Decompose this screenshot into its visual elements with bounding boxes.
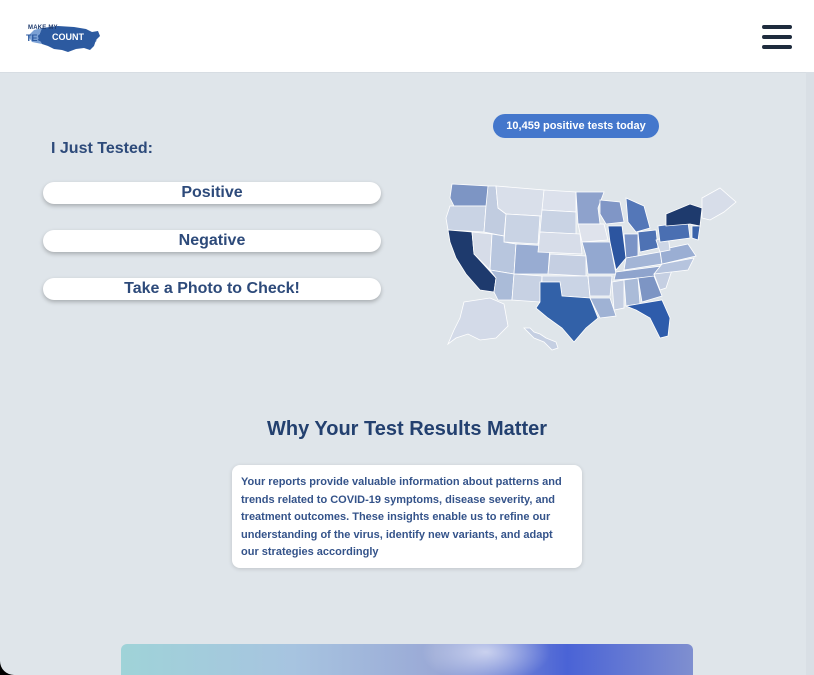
page: MAKE MY TEST COUNT .org I Just Tested: P…	[0, 0, 814, 675]
map-state-ne-states	[701, 187, 737, 221]
map-state-wi	[599, 199, 625, 225]
logo-count-text: COUNT	[52, 32, 84, 42]
map-state-al	[623, 277, 641, 307]
map-state-ne	[537, 231, 583, 255]
map-state-ms	[611, 279, 625, 311]
positive-tests-badge: 10,459 positive tests today	[493, 114, 659, 138]
map-state-ks	[547, 253, 587, 277]
map-state-in	[623, 233, 639, 259]
hero-media-image	[121, 644, 693, 675]
map-state-or	[445, 205, 487, 233]
map-state-wa	[449, 183, 489, 207]
map-state-oh	[637, 229, 659, 253]
map-state-fl	[624, 299, 671, 339]
map-state-nd	[541, 189, 577, 213]
map-state-ar	[587, 275, 613, 297]
positive-button[interactable]: Positive	[43, 182, 381, 204]
why-results-matter-heading: Why Your Test Results Matter	[266, 418, 548, 440]
map-state-nj	[691, 225, 701, 241]
why-results-matter-text: Your reports provide valuable informatio…	[241, 476, 562, 558]
map-state-ak	[447, 297, 509, 346]
logo-test-text: TEST	[26, 33, 50, 43]
map-state-nm	[511, 273, 543, 303]
site-logo[interactable]: MAKE MY TEST COUNT .org	[24, 22, 104, 54]
map-state-ny	[665, 203, 703, 227]
logo-org-text: .org	[88, 37, 97, 43]
logo-make-text: MAKE MY	[28, 25, 58, 31]
map-state-ia	[577, 223, 609, 243]
hamburger-menu-icon[interactable]	[762, 24, 792, 50]
us-states-map-icon[interactable]	[440, 178, 740, 354]
negative-button[interactable]: Negative	[43, 230, 381, 252]
take-photo-button[interactable]: Take a Photo to Check!	[43, 278, 381, 300]
map-state-sd	[539, 209, 577, 235]
i-just-tested-label: I Just Tested:	[51, 140, 153, 157]
page-scrollbar[interactable]	[806, 72, 814, 675]
why-results-matter-card: Your reports provide valuable informatio…	[232, 465, 582, 568]
site-header: MAKE MY TEST COUNT .org	[0, 0, 814, 73]
map-state-hi	[523, 327, 559, 351]
map-state-wy	[503, 213, 541, 245]
map-state-mi	[625, 197, 651, 233]
map-state-mt	[495, 185, 545, 217]
